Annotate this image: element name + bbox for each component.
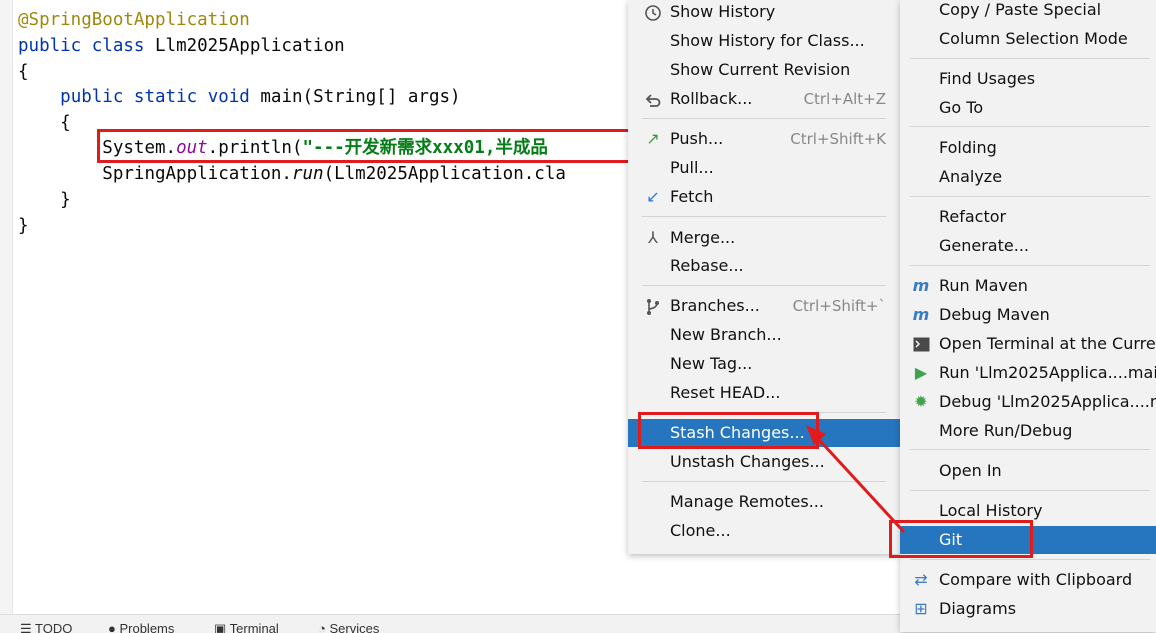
menu-separator: [642, 412, 886, 413]
menu-separator: [910, 490, 1150, 491]
menu-item-compare-clipboard[interactable]: ⇄ Compare with Clipboard: [900, 566, 1156, 594]
tab-todo[interactable]: ☰ TODO: [20, 621, 72, 633]
menu-item-debug-maven[interactable]: m Debug Maven: [900, 301, 1156, 329]
menu-item-analyze[interactable]: Analyze: [900, 163, 1156, 191]
menu-item-run-maven[interactable]: m Run Maven: [900, 272, 1156, 300]
menu-item-rebase[interactable]: Rebase...: [628, 252, 900, 280]
menu-item-diagrams[interactable]: ⊞ Diagrams: [900, 595, 1156, 623]
code-line-open-brace: {: [18, 62, 29, 82]
menu-item-open-terminal[interactable]: Open Terminal at the Curre: [900, 330, 1156, 358]
editor-gutter: [0, 0, 13, 614]
code-line-method-close: }: [60, 190, 71, 210]
menu-item-show-history[interactable]: Show History: [628, 0, 900, 26]
menu-item-merge[interactable]: ⅄ Merge...: [628, 224, 900, 252]
menu-item-manage-remotes[interactable]: Manage Remotes...: [628, 488, 900, 516]
history-clock-icon: [642, 0, 664, 26]
menu-separator: [910, 265, 1150, 266]
tab-services[interactable]: ◔ Services: [318, 621, 379, 633]
compare-icon: ⇄: [914, 570, 928, 589]
branch-icon: [642, 292, 664, 320]
menu-item-generate[interactable]: Generate...: [900, 232, 1156, 260]
push-arrow-icon: ↗: [646, 129, 660, 148]
menu-item-folding[interactable]: Folding: [900, 134, 1156, 162]
menu-item-go-to[interactable]: Go To: [900, 94, 1156, 122]
menu-item-new-tag[interactable]: New Tag...: [628, 350, 900, 378]
menu-item-pull[interactable]: Pull...: [628, 154, 900, 182]
code-editor[interactable]: @SpringBootApplication public class Llm2…: [0, 0, 637, 614]
menu-item-copy-paste-special[interactable]: Copy / Paste Special: [900, 0, 1156, 24]
menu-item-new-branch[interactable]: New Branch...: [628, 321, 900, 349]
menu-separator: [642, 118, 886, 119]
menu-item-unstash-changes[interactable]: Unstash Changes...: [628, 448, 900, 476]
menu-separator: [910, 449, 1150, 450]
code-line-main-decl: public static void main(String[] args): [60, 87, 461, 107]
maven-debug-icon: m: [912, 305, 930, 324]
tab-terminal[interactable]: ▣ Terminal: [214, 621, 279, 633]
code-line-annotation: @SpringBootApplication: [18, 10, 250, 30]
menu-item-local-history[interactable]: Local History: [900, 497, 1156, 525]
menu-item-branches[interactable]: Branches... Ctrl+Shift+`: [628, 292, 900, 320]
menu-separator: [910, 126, 1150, 127]
menu-item-reset-head[interactable]: Reset HEAD...: [628, 379, 900, 407]
menu-item-push[interactable]: ↗ Push... Ctrl+Shift+K: [628, 125, 900, 153]
menu-separator: [910, 58, 1150, 59]
rollback-icon: [642, 85, 664, 113]
code-line-class-close: }: [18, 216, 29, 236]
code-line-run: SpringApplication.run(Llm2025Application…: [102, 164, 566, 184]
menu-item-run-app[interactable]: ▶ Run 'Llm2025Applica....main: [900, 359, 1156, 387]
menu-item-fetch[interactable]: ↙ Fetch: [628, 183, 900, 211]
code-line-class-decl: public class Llm2025Application: [18, 36, 345, 56]
menu-item-git[interactable]: Git: [900, 526, 1156, 554]
menu-item-open-in[interactable]: Open In: [900, 457, 1156, 485]
maven-run-icon: m: [912, 276, 930, 295]
menu-item-column-selection-mode[interactable]: Column Selection Mode: [900, 25, 1156, 53]
menu-separator: [642, 216, 886, 217]
menu-item-show-current-revision[interactable]: Show Current Revision: [628, 56, 900, 84]
menu-item-stash-changes[interactable]: Stash Changes...: [628, 419, 900, 447]
menu-item-more-run-debug[interactable]: More Run/Debug: [900, 417, 1156, 445]
merge-icon: ⅄: [648, 228, 658, 247]
fetch-icon: ↙: [646, 187, 660, 206]
editor-context-menu: Copy / Paste Special Column Selection Mo…: [900, 0, 1156, 632]
menu-item-show-history-class[interactable]: Show History for Class...: [628, 27, 900, 55]
menu-item-rollback[interactable]: Rollback... Ctrl+Alt+Z: [628, 85, 900, 113]
terminal-icon: [910, 330, 932, 358]
menu-item-find-usages[interactable]: Find Usages: [900, 65, 1156, 93]
menu-separator: [642, 481, 886, 482]
debug-bug-icon: ✹: [914, 392, 928, 411]
menu-separator: [910, 559, 1150, 560]
menu-item-clone[interactable]: Clone...: [628, 517, 900, 545]
menu-separator: [910, 196, 1150, 197]
git-submenu: Show History Show History for Class... S…: [628, 0, 901, 554]
tab-problems[interactable]: ● Problems: [108, 621, 174, 633]
highlight-box-println: [97, 129, 637, 163]
menu-item-debug-app[interactable]: ✹ Debug 'Llm2025Applica....m: [900, 388, 1156, 416]
code-line-method-brace: {: [60, 113, 71, 133]
diagram-icon: ⊞: [914, 599, 928, 618]
menu-item-refactor[interactable]: Refactor: [900, 203, 1156, 231]
run-play-icon: ▶: [914, 363, 928, 382]
menu-separator: [642, 285, 886, 286]
